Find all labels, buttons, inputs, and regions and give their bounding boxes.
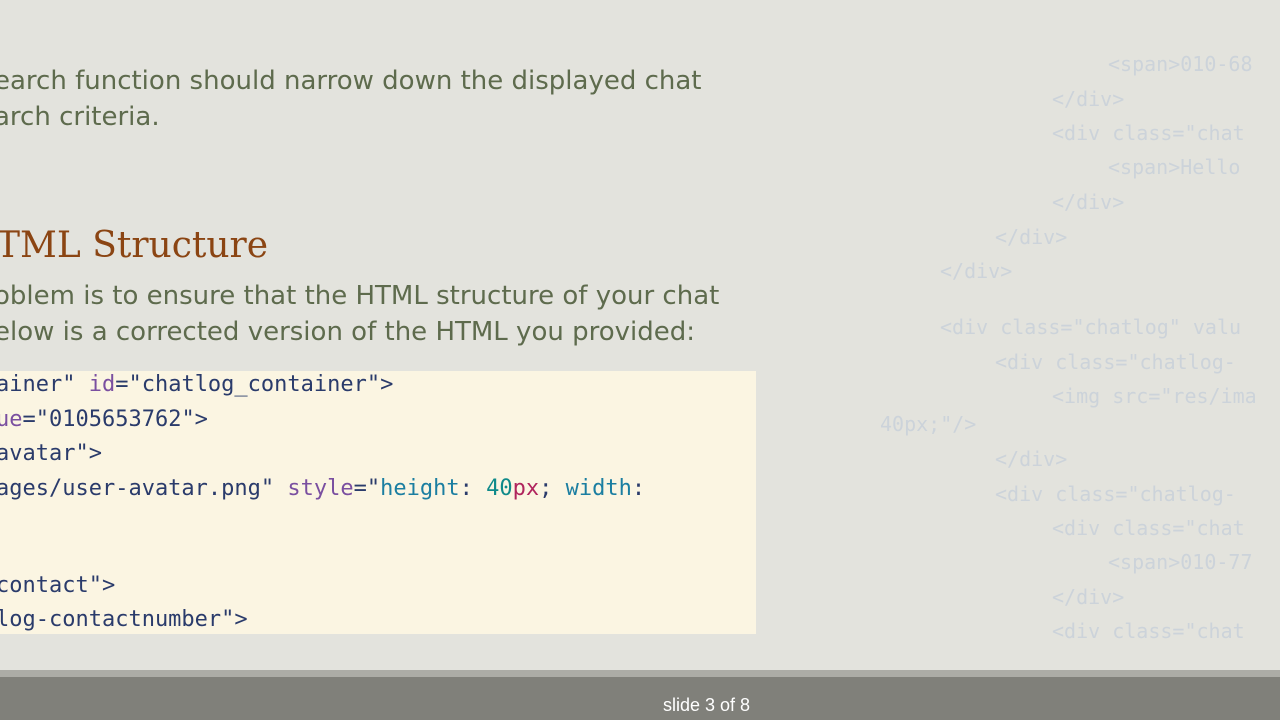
code-token: style [287, 476, 354, 501]
ghost-code-line: <div class="chatlog" valu [940, 315, 1242, 339]
slide-counter: slide 3 of 8 [662, 695, 751, 715]
code-token: : [631, 476, 646, 501]
code-line: ue="0105653762"> [0, 406, 208, 434]
slide-footer: slide 3 of 8 [0, 670, 1280, 720]
code-token: ages/user-avatar.png" [0, 476, 288, 501]
ghost-code-line: <img src="res/ima [1052, 384, 1257, 408]
paragraph-line: oblem is to ensure that the HTML structu… [0, 281, 720, 311]
code-token: ="chatlog_container"> [115, 372, 394, 397]
code-token: height [380, 476, 460, 501]
ghost-code-line: </div> [995, 447, 1068, 471]
code-line: ages/user-avatar.png" style="height: 40p… [0, 475, 645, 503]
paragraph-line: earch function should narrow down the di… [0, 66, 702, 96]
code-token: ainer" [0, 372, 89, 397]
ghost-code-line: <span>Hello [1108, 155, 1241, 179]
code-token: 40 [486, 476, 513, 501]
code-token: =" [353, 476, 381, 501]
ghost-code-line: <span>010-68 [1108, 52, 1253, 76]
ghost-code-line: <div class="chat [1052, 516, 1245, 540]
code-line: contact"> [0, 572, 115, 600]
code-token: : [459, 476, 487, 501]
code-token: id [88, 372, 116, 397]
code-token: ue [0, 407, 23, 432]
paragraph-line: elow is a corrected version of the HTML … [0, 317, 695, 347]
ghost-code-line: <div class="chatlog- [995, 482, 1236, 506]
ghost-code-line: <div class="chatlog- [995, 350, 1236, 374]
code-line: log-contactnumber"> [0, 606, 248, 634]
ghost-code-line: </div> [1052, 190, 1125, 214]
ghost-code-line: <div class="chat [1052, 121, 1245, 145]
code-line: avatar"> [0, 440, 102, 468]
code-block: ainer" id="chatlog_container"> ue="010565… [0, 371, 756, 634]
code-token: avatar"> [0, 441, 102, 466]
code-token: px [512, 476, 540, 501]
code-token: contact"> [0, 573, 116, 598]
code-token: width [565, 476, 632, 501]
code-token: log-contactnumber"> [0, 607, 248, 632]
ghost-code-line: </div> [1052, 585, 1125, 609]
ghost-code-line: </div> [1052, 87, 1125, 111]
code-line: ainer" id="chatlog_container"> [0, 371, 393, 399]
ghost-code-line: </div> [995, 225, 1068, 249]
ghost-code-line: <div class="chat [1052, 619, 1245, 643]
code-token: ; [539, 476, 566, 501]
paragraph-search-function: earch function should narrow down the di… [0, 63, 702, 135]
paragraph-line: arch criteria. [0, 102, 160, 132]
paragraph-html-structure: oblem is to ensure that the HTML structu… [0, 278, 719, 350]
section-heading: TML Structure [0, 225, 269, 266]
ghost-code-line: 40px;"/> [880, 412, 977, 436]
slide-canvas: <span>010-68 </div> <div class="chat <sp… [0, 0, 1280, 670]
code-token: ="0105653762"> [22, 407, 208, 432]
ghost-code-line: <span>010-77 [1108, 550, 1253, 574]
ghost-code-line: </div> [940, 259, 1013, 283]
